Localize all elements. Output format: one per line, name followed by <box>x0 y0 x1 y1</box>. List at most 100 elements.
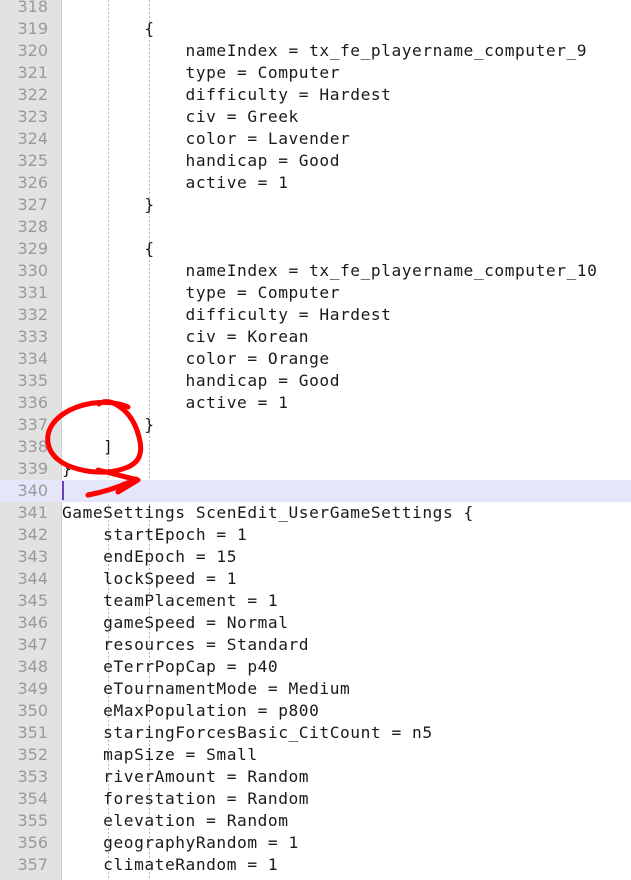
code-editor[interactable]: 318 319 {320 nameIndex = tx_fe_playername… <box>0 0 631 880</box>
line-text[interactable]: handicap = Good <box>62 370 340 392</box>
line-text[interactable]: elevation = Random <box>62 810 289 832</box>
line-text[interactable]: eTournamentMode = Medium <box>62 678 350 700</box>
code-line[interactable]: 344 lockSpeed = 1 <box>0 568 631 590</box>
line-text[interactable]: difficulty = Hardest <box>62 304 391 326</box>
code-line[interactable]: 322 difficulty = Hardest <box>0 84 631 106</box>
line-text[interactable]: endEpoch = 15 <box>62 546 237 568</box>
line-text[interactable]: climateRandom = 1 <box>62 854 278 876</box>
line-number: 346 <box>17 613 48 632</box>
code-line[interactable]: 352 mapSize = Small <box>0 744 631 766</box>
line-text[interactable]: resources = Standard <box>62 634 309 656</box>
line-text[interactable]: teamPlacement = 1 <box>62 590 278 612</box>
code-line[interactable]: 324 color = Lavender <box>0 128 631 150</box>
line-text[interactable]: gameSpeed = Normal <box>62 612 289 634</box>
line-text[interactable]: handicap = Good <box>62 150 340 172</box>
code-line[interactable]: 329 { <box>0 238 631 260</box>
line-text[interactable]: } <box>62 458 72 480</box>
line-text[interactable]: active = 1 <box>62 172 289 194</box>
line-number: 337 <box>17 415 48 434</box>
code-line[interactable]: 330 nameIndex = tx_fe_playername_compute… <box>0 260 631 282</box>
line-text[interactable]: } <box>62 414 155 436</box>
code-line[interactable]: 343 endEpoch = 15 <box>0 546 631 568</box>
code-line[interactable]: 334 color = Orange <box>0 348 631 370</box>
line-text[interactable]: { <box>62 238 155 260</box>
line-text[interactable]: color = Orange <box>62 348 330 370</box>
code-line[interactable]: 321 type = Computer <box>0 62 631 84</box>
line-number: 343 <box>17 547 48 566</box>
line-text[interactable]: lockSpeed = 1 <box>62 568 237 590</box>
line-text[interactable]: mapSize = Small <box>62 744 258 766</box>
code-line[interactable]: 336 active = 1 <box>0 392 631 414</box>
line-text[interactable]: eTerrPopCap = p40 <box>62 656 278 678</box>
code-line[interactable]: 331 type = Computer <box>0 282 631 304</box>
line-text[interactable]: forestation = Random <box>62 788 309 810</box>
line-text[interactable]: type = Computer <box>62 282 340 304</box>
line-number: 318 <box>17 0 48 16</box>
line-number: 320 <box>17 41 48 60</box>
line-text[interactable]: nameIndex = tx_fe_playername_computer_10 <box>62 260 597 282</box>
line-text[interactable]: startEpoch = 1 <box>62 524 247 546</box>
code-line[interactable]: 327 } <box>0 194 631 216</box>
code-line[interactable]: 326 active = 1 <box>0 172 631 194</box>
code-lines[interactable]: 318 319 {320 nameIndex = tx_fe_playername… <box>0 0 631 880</box>
code-line[interactable]: 346 gameSpeed = Normal <box>0 612 631 634</box>
line-number: 347 <box>17 635 48 654</box>
line-text[interactable]: GameSettings ScenEdit_UserGameSettings { <box>62 502 474 524</box>
code-line[interactable]: 320 nameIndex = tx_fe_playername_compute… <box>0 40 631 62</box>
code-line[interactable]: 325 handicap = Good <box>0 150 631 172</box>
code-line[interactable]: 349 eTournamentMode = Medium <box>0 678 631 700</box>
code-line[interactable]: 356 geographyRandom = 1 <box>0 832 631 854</box>
line-text[interactable]: difficulty = Hardest <box>62 84 391 106</box>
code-line[interactable]: 358 pTournamentMode = <box>0 876 631 880</box>
code-line[interactable]: 355 elevation = Random <box>0 810 631 832</box>
line-text[interactable]: nameIndex = tx_fe_playername_computer_9 <box>62 40 587 62</box>
code-line[interactable]: 351 staringForcesBasic_CitCount = n5 <box>0 722 631 744</box>
line-number: 350 <box>17 701 48 720</box>
code-line[interactable]: 345 teamPlacement = 1 <box>0 590 631 612</box>
line-number: 340 <box>17 481 48 500</box>
code-line[interactable]: 353 riverAmount = Random <box>0 766 631 788</box>
code-line[interactable]: 354 forestation = Random <box>0 788 631 810</box>
code-line[interactable]: 340 <box>0 480 631 502</box>
line-text[interactable]: ] <box>62 436 113 458</box>
line-number: 336 <box>17 393 48 412</box>
code-line[interactable]: 341 GameSettings ScenEdit_UserGameSetting… <box>0 502 631 524</box>
code-line[interactable]: 328 <box>0 216 631 238</box>
line-text[interactable]: civ = Korean <box>62 326 309 348</box>
code-line[interactable]: 337 } <box>0 414 631 436</box>
line-text[interactable]: civ = Greek <box>62 106 299 128</box>
line-number: 325 <box>17 151 48 170</box>
code-line[interactable]: 338 ] <box>0 436 631 458</box>
code-line[interactable]: 350 eMaxPopulation = p800 <box>0 700 631 722</box>
line-text[interactable]: geographyRandom = 1 <box>62 832 299 854</box>
code-line[interactable]: 335 handicap = Good <box>0 370 631 392</box>
line-number: 352 <box>17 745 48 764</box>
line-number: 348 <box>17 657 48 676</box>
line-text[interactable]: eMaxPopulation = p800 <box>62 700 319 722</box>
code-line[interactable]: 339} <box>0 458 631 480</box>
line-number: 333 <box>17 327 48 346</box>
line-text[interactable]: staringForcesBasic_CitCount = n5 <box>62 722 433 744</box>
line-text[interactable]: riverAmount = Random <box>62 766 309 788</box>
code-line[interactable]: 332 difficulty = Hardest <box>0 304 631 326</box>
line-text[interactable]: active = 1 <box>62 392 289 414</box>
line-number: 351 <box>17 723 48 742</box>
code-line[interactable]: 333 civ = Korean <box>0 326 631 348</box>
line-number: 327 <box>17 195 48 214</box>
line-text[interactable]: type = Computer <box>62 62 340 84</box>
code-line[interactable]: 347 resources = Standard <box>0 634 631 656</box>
line-number: 356 <box>17 833 48 852</box>
code-line[interactable]: 342 startEpoch = 1 <box>0 524 631 546</box>
line-number: 321 <box>17 63 48 82</box>
code-line[interactable]: 357 climateRandom = 1 <box>0 854 631 876</box>
code-line[interactable]: 323 civ = Greek <box>0 106 631 128</box>
line-text[interactable]: color = Lavender <box>62 128 350 150</box>
line-text[interactable]: { <box>62 18 155 40</box>
line-text[interactable]: } <box>62 194 155 216</box>
code-line[interactable]: 348 eTerrPopCap = p40 <box>0 656 631 678</box>
line-text[interactable]: pTournamentMode = <box>62 876 278 880</box>
code-line[interactable]: 318 <box>0 0 631 18</box>
code-line[interactable]: 319 { <box>0 18 631 40</box>
line-number: 339 <box>17 459 48 478</box>
line-number: 330 <box>17 261 48 280</box>
